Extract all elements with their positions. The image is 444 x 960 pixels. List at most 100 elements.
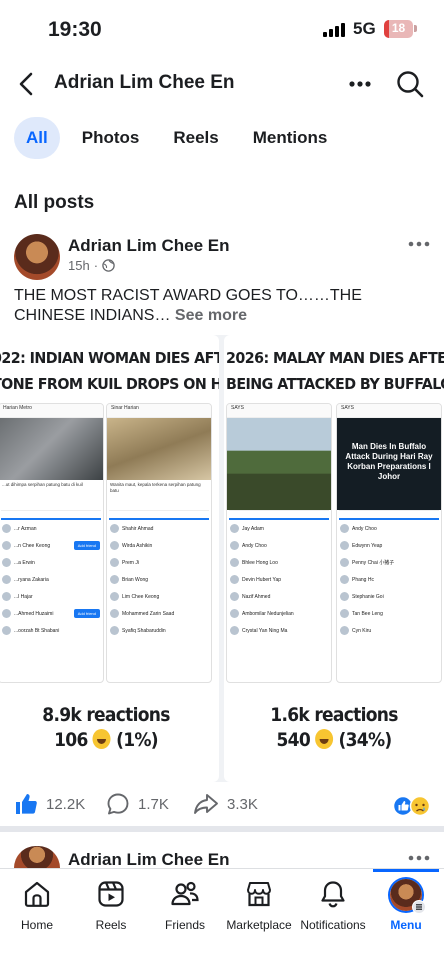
reaction-tabs [339, 510, 439, 520]
status-bar: 19:30 5G 18 [0, 0, 444, 58]
filter-tabs: All Photos Reels Mentions [14, 117, 339, 159]
reaction-tabs [229, 510, 329, 520]
author-avatar[interactable] [14, 234, 60, 280]
list-item: Shahir Ahmad [107, 520, 211, 537]
laugh-percent: (34%) [338, 729, 393, 751]
screenshot-says-b: SAYS Man Dies In Buffalo Attack During H… [336, 403, 442, 683]
next-post-options-icon[interactable] [406, 851, 432, 865]
network-type: 5G [353, 19, 376, 38]
news-caption: ...ut dihimpa serpihan patung batu di ku… [2, 482, 83, 487]
comment-icon [107, 793, 129, 815]
laugh-count: 106 [54, 729, 88, 751]
list-item: Mohammed Zarin Saad [107, 605, 211, 622]
tab-mentions[interactable]: Mentions [241, 117, 340, 159]
status-time: 19:30 [48, 18, 102, 41]
globe-icon [102, 259, 115, 272]
section-title: All posts [14, 192, 95, 213]
image-left-screenshots: Harian Metro ...ut dihimpa serpihan patu… [0, 403, 219, 683]
list-item: Lim Chee Keong [107, 588, 211, 605]
top-nav: Adrian Lim Chee En [0, 60, 444, 108]
search-icon[interactable] [395, 69, 425, 99]
list-item: ...oorzah Bt Shabani [0, 622, 103, 639]
list-item: Phang Hc [337, 571, 441, 588]
menu-avatar-icon [390, 879, 426, 914]
list-item: Penny Chai 小猪子 [337, 554, 441, 571]
tab-all[interactable]: All [14, 117, 60, 159]
news-photo [107, 418, 211, 480]
like-button[interactable]: 12.2K [14, 792, 85, 816]
post-divider [0, 826, 444, 832]
news-overlay: Man Dies In Buffalo Attack During Hari R… [337, 418, 441, 510]
list-item: Bhlee Hong Loo [227, 554, 331, 571]
image-left-reactions: 8.9k reactions [42, 704, 170, 726]
list-item: Nazif Ahmed [227, 588, 331, 605]
active-tab-indicator [373, 869, 439, 872]
image-left-laughs: 106 (1%) [16, 728, 196, 753]
list-item: Prem Ji [107, 554, 211, 571]
screenshot-sinar-harian: Sinar Harian Wanita maut, kepala terkena… [106, 403, 212, 683]
post-options-icon[interactable] [406, 236, 432, 252]
next-post-author[interactable]: Adrian Lim Chee En [68, 850, 230, 870]
list-item: Devin Hubert Yap [227, 571, 331, 588]
list-item: ...n Chee Keong Add friend [0, 537, 103, 554]
list-item: ...Ahmed Huzaimi Add friend [0, 605, 103, 622]
menu-lines-icon [412, 900, 426, 914]
screenshot-source: SAYS [227, 404, 331, 418]
screenshot-source: Harian Metro [0, 404, 103, 418]
laugh-percent: (1%) [116, 729, 159, 751]
image-left-headline: 022: INDIAN WOMAN DIES AFT TONE FROM KUI… [0, 345, 219, 397]
image-right[interactable]: 2026: MALAY MAN DIES AFTER BEING ATTACKE… [224, 335, 444, 782]
battery-icon: 18 [384, 20, 413, 38]
list-item: Andy Choo [227, 537, 331, 554]
image-right-summary: 1.6k reactions 540 (34%) [244, 703, 424, 753]
friends-icon [171, 881, 199, 906]
image-left[interactable]: 022: INDIAN WOMAN DIES AFT TONE FROM KUI… [0, 335, 219, 782]
screenshot-harian-metro: Harian Metro ...ut dihimpa serpihan patu… [0, 403, 104, 683]
screenshot-source: Sinar Harian [107, 404, 211, 418]
list-item: Crystal Yan Ning Ma [227, 622, 331, 639]
laughing-emoji-icon [315, 729, 334, 749]
battery-level: 18 [391, 21, 406, 35]
list-item: ...a Erwin [0, 554, 103, 571]
back-arrow-icon[interactable] [14, 70, 42, 98]
screenshot-source: SAYS [337, 404, 441, 418]
news-photo [227, 418, 331, 510]
image-right-reactions: 1.6k reactions [270, 704, 398, 726]
comment-button[interactable]: 1.7K [106, 792, 169, 816]
share-icon [194, 794, 218, 814]
list-item: Stephanie Goi [337, 588, 441, 605]
image-right-headline-line-1: 2026: MALAY MAN DIES AFTER [226, 349, 444, 367]
laughing-emoji-icon [92, 729, 111, 749]
image-right-laughs: 540 (34%) [244, 728, 424, 753]
next-post-avatar[interactable] [14, 846, 60, 868]
tab-photos[interactable]: Photos [70, 117, 152, 159]
nav-menu-label: Menu [390, 918, 422, 932]
news-photo [0, 418, 103, 480]
post-meta: 15h · [68, 258, 115, 273]
reels-icon [98, 881, 124, 907]
tab-reels[interactable]: Reels [161, 117, 230, 159]
bottom-nav: Home Reels Friends Marketplace Notificat… [0, 868, 444, 960]
see-more-link[interactable]: See more [175, 307, 247, 324]
post-time: 15h [68, 258, 90, 273]
nav-menu[interactable]: Menu [362, 879, 444, 932]
page-title: Adrian Lim Chee En [54, 72, 235, 93]
list-item: Wirda Ashikin [107, 537, 211, 554]
laugh-count: 540 [276, 729, 311, 751]
share-button[interactable]: 3.3K [193, 792, 258, 816]
signal-icon [323, 22, 345, 37]
image-left-headline-line-2: TONE FROM KUIL DROPS ON HE [0, 375, 219, 393]
reaction-summary-icon[interactable] [393, 795, 433, 817]
marketplace-icon [247, 882, 271, 907]
list-item: ...ryana Zakaria [0, 571, 103, 588]
bell-icon [321, 881, 345, 908]
post-author[interactable]: Adrian Lim Chee En [68, 236, 230, 256]
like-count: 12.2K [46, 795, 86, 813]
list-item: Cyn Kiru [337, 622, 441, 639]
list-item: Andy Choo [337, 520, 441, 537]
post-images[interactable]: 022: INDIAN WOMAN DIES AFT TONE FROM KUI… [0, 335, 444, 782]
more-options-icon[interactable] [346, 70, 374, 98]
reaction-tabs [1, 510, 101, 520]
list-item: Tan Bee Leng [337, 605, 441, 622]
post-actions: 12.2K 1.7K 3.3K [0, 789, 444, 823]
